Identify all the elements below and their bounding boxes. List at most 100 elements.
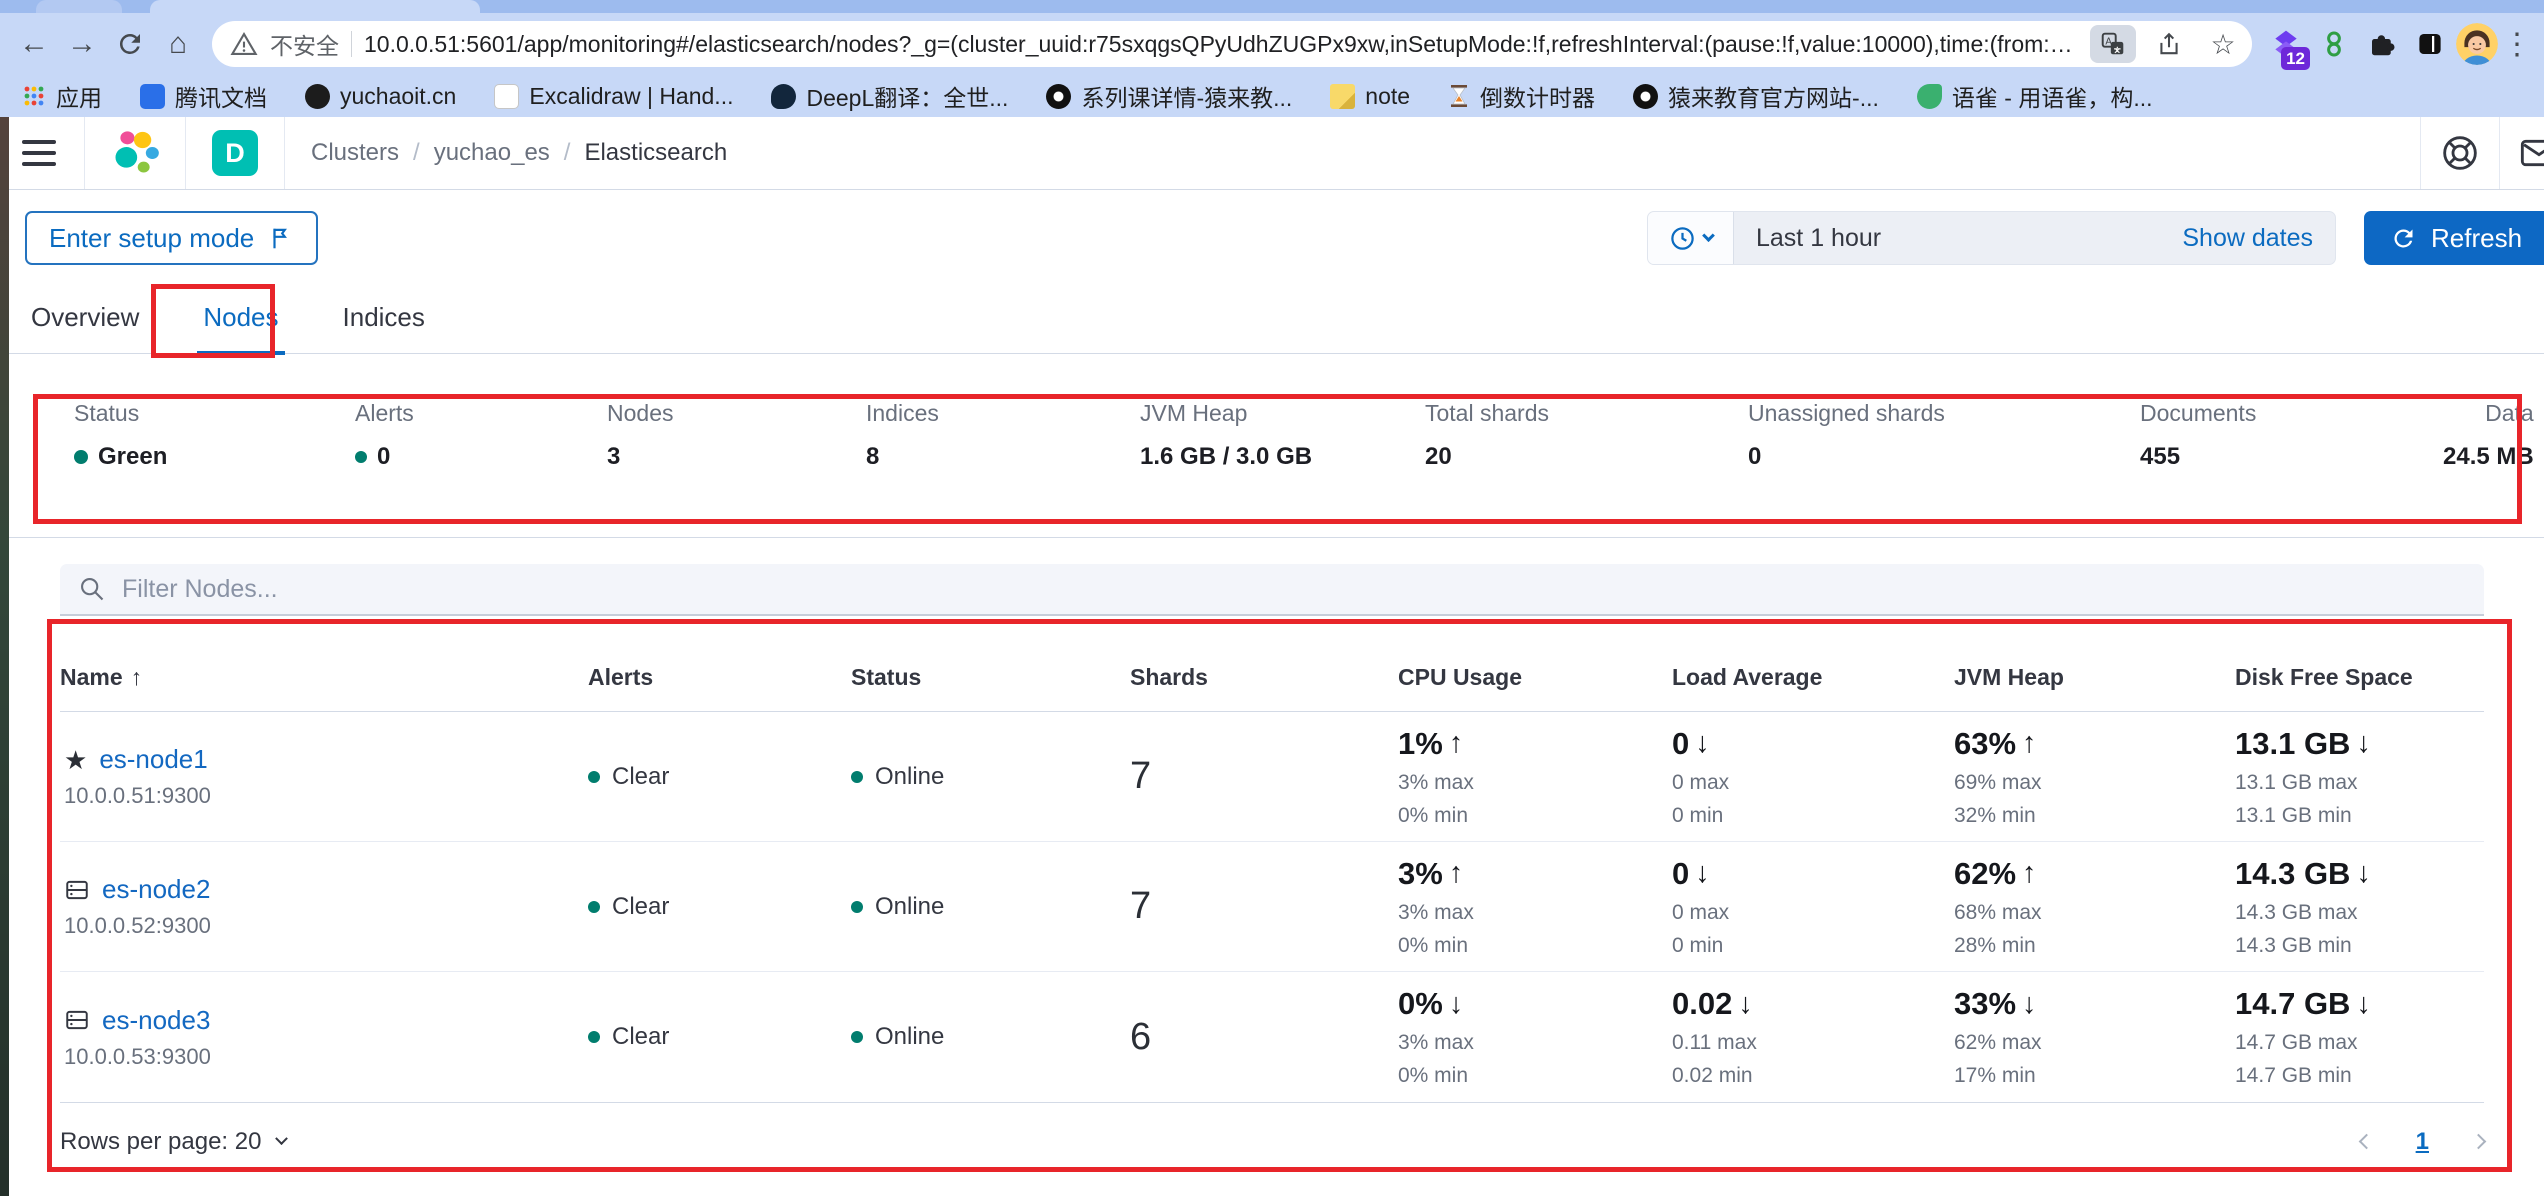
table-row: es-node3 10.0.0.53:9300 Clear Online 6 0… [60,972,2484,1102]
browser-menu-icon[interactable]: ⋮ [2502,27,2532,62]
security-label[interactable]: 不安全 [270,27,339,61]
bookmark-star-icon[interactable]: ☆ [2202,23,2244,65]
time-range-display[interactable]: Last 1 hour Show dates [1734,212,2335,264]
course-favicon [1046,84,1071,109]
bookmark-label: note [1365,83,1410,110]
metric-max: 68% max [1954,901,2235,925]
column-header-name[interactable]: Name ↑ [60,664,588,691]
tab-indices[interactable]: Indices [337,292,431,353]
status-cell: Online [851,763,1130,791]
column-header-status[interactable]: Status [851,664,1130,691]
elastic-logo[interactable] [85,129,185,177]
load-average-cell: 0.02↓ 0.11 max 0.02 min [1672,986,1954,1088]
header-divider [284,117,285,189]
column-header-load[interactable]: Load Average [1672,664,1954,691]
extension-purple-icon[interactable]: 12 [2264,20,2308,68]
bookmark-note[interactable]: note [1330,83,1410,110]
address-bar[interactable]: 不安全 10.0.0.51:5601/app/monitoring#/elast… [212,21,2252,67]
time-quick-select-button[interactable] [1648,212,1734,264]
filter-nodes-input[interactable] [122,575,2466,604]
stat-data: Data 24.5 MB [2443,400,2534,471]
show-dates-link[interactable]: Show dates [2182,224,2313,253]
metric-max: 62% max [1954,1031,2235,1055]
hourglass-icon [1448,84,1470,108]
extension-sidebar-icon[interactable] [2408,20,2452,68]
stat-value: 1.6 GB / 3.0 GB [1140,443,1312,471]
status-cell: Online [851,1023,1130,1051]
trend-icon: ↓ [2022,988,2037,1021]
reload-icon[interactable] [108,22,152,66]
url-text[interactable]: 10.0.0.51:5601/app/monitoring#/elasticse… [364,31,2078,58]
breadcrumb-clusters[interactable]: Clusters [311,139,399,167]
breadcrumb-cluster-name[interactable]: yuchao_es [434,139,550,167]
alerts-cell: Clear [588,893,851,921]
status-cell: Online [851,893,1130,921]
next-page-icon[interactable] [2471,1134,2487,1150]
column-header-alerts[interactable]: Alerts [588,664,851,691]
bookmark-timer[interactable]: 倒数计时器 [1448,79,1595,113]
enter-setup-mode-button[interactable]: Enter setup mode [25,211,318,265]
space-avatar[interactable]: D [212,130,258,176]
forward-icon[interactable]: → [60,22,104,66]
browser-tab-fragment[interactable] [36,0,122,13]
stat-unassigned-shards: Unassigned shards 0 [1748,400,2140,471]
node-link[interactable]: es-node2 [102,874,210,905]
stat-label: JVM Heap [1140,400,1425,427]
newsfeed-envelope-icon[interactable] [2500,117,2544,189]
header-actions [2420,117,2544,189]
metric-max: 3% max [1398,771,1672,795]
tab-nodes[interactable]: Nodes [197,292,284,355]
page-number[interactable]: 1 [2416,1128,2429,1156]
extension-green-icon[interactable] [2312,20,2356,68]
bookmark-label: 语雀 - 用语雀，构... [1952,79,2153,113]
back-icon[interactable]: ← [12,22,56,66]
stat-label: Status [74,400,355,427]
tab-overview[interactable]: Overview [25,292,145,353]
previous-page-icon[interactable] [2358,1134,2374,1150]
translate-icon[interactable]: A [2090,25,2136,63]
cpu-usage-cell: 0%↓ 3% max 0% min [1398,986,1672,1088]
rows-per-page-button[interactable]: Rows per page: 20 [60,1128,286,1156]
menu-hamburger-icon[interactable] [22,140,56,166]
stat-value: 3 [607,443,620,471]
metric-min: 0.02 min [1672,1064,1954,1088]
column-header-disk[interactable]: Disk Free Space [2235,664,2484,691]
breadcrumb-separator: / [564,139,571,167]
chevron-down-icon [276,1132,289,1145]
refresh-button[interactable]: Refresh [2364,211,2544,265]
cluster-summary: Status Green Alerts 0 Nodes 3 Indices 8 … [74,400,2510,471]
bookmark-tencent-docs[interactable]: 腾讯文档 [140,79,267,113]
bookmark-deepl[interactable]: DeepL翻译：全世... [771,79,1008,113]
search-icon [78,575,106,603]
node-link[interactable]: es-node1 [99,744,207,775]
metric-min: 13.1 GB min [2235,804,2484,828]
health-dot-icon [851,1031,863,1043]
bookmark-label: yuchaoit.cn [340,83,456,110]
column-header-shards[interactable]: Shards [1130,664,1398,691]
page-toolbar: Enter setup mode Last 1 hour Show dates … [0,190,2544,266]
health-dot-icon [851,771,863,783]
bookmark-yuchaoit[interactable]: yuchaoit.cn [305,83,456,110]
home-icon[interactable]: ⌂ [156,22,200,66]
bookmark-apps[interactable]: 应用 [22,79,102,113]
metric-max: 3% max [1398,1031,1672,1055]
bookmark-excalidraw[interactable]: Excalidraw | Hand... [494,83,733,110]
help-icon[interactable] [2421,117,2499,189]
time-picker: Last 1 hour Show dates [1647,211,2336,265]
share-icon[interactable] [2148,23,2190,65]
bookmark-yuan-site[interactable]: 猿来教育官方网站-... [1633,79,1879,113]
bookmark-yuque[interactable]: 语雀 - 用语雀，构... [1917,79,2153,113]
metric-max: 0 max [1672,901,1954,925]
node-link[interactable]: es-node3 [102,1005,210,1036]
profile-avatar[interactable] [2456,23,2498,65]
trend-icon: ↑ [2022,857,2037,890]
trend-icon: ↓ [1695,727,1710,760]
browser-active-tab[interactable] [150,0,480,13]
column-header-jvm[interactable]: JVM Heap [1954,664,2235,691]
extensions-puzzle-icon[interactable] [2360,20,2404,68]
bookmark-course[interactable]: 系列课详情-猿来教... [1046,79,1292,113]
column-header-cpu[interactable]: CPU Usage [1398,664,1672,691]
disk-free-cell: 13.1 GB↓ 13.1 GB max 13.1 GB min [2235,726,2484,828]
metric-min: 32% min [1954,804,2235,828]
node-address: 10.0.0.52:9300 [64,913,588,939]
